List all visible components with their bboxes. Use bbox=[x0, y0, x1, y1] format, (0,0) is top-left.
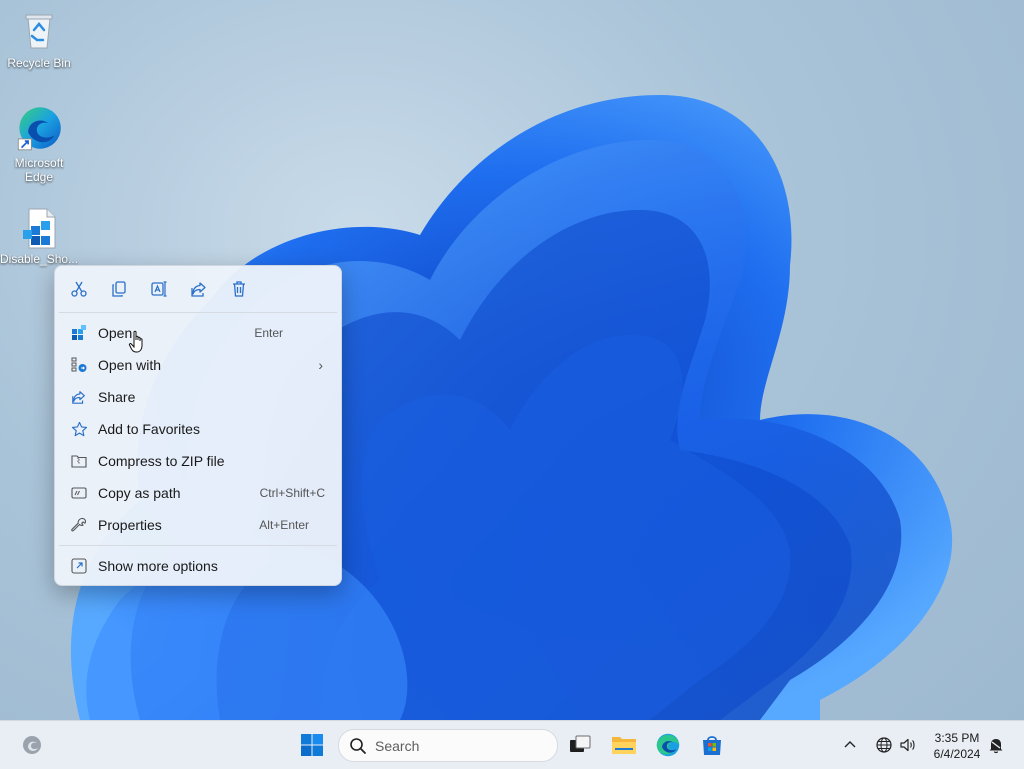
store-button[interactable] bbox=[696, 729, 728, 761]
rename-icon bbox=[151, 281, 167, 297]
notifications-button[interactable] bbox=[984, 729, 1008, 761]
chevron-up-icon bbox=[844, 741, 856, 748]
taskbar-clock[interactable]: 3:35 PM 6/4/2024 bbox=[928, 730, 986, 762]
desktop-icon-label: Recycle Bin bbox=[7, 56, 71, 70]
more-options-icon bbox=[69, 556, 89, 576]
taskbar-search-box[interactable]: Search bbox=[338, 729, 558, 762]
clock-time: 3:35 PM bbox=[934, 731, 980, 745]
cut-button[interactable] bbox=[65, 275, 93, 303]
desktop-icon-microsoft-edge[interactable]: Microsoft Edge bbox=[0, 104, 78, 184]
search-placeholder: Search bbox=[375, 737, 420, 754]
task-view-button[interactable] bbox=[564, 729, 596, 761]
zip-icon bbox=[69, 451, 89, 471]
open-with-icon bbox=[69, 355, 89, 375]
menu-item-label: Copy as path bbox=[98, 485, 181, 501]
delete-button[interactable] bbox=[225, 275, 253, 303]
scissors-icon bbox=[71, 281, 87, 297]
edge-icon bbox=[656, 733, 680, 757]
registry-file-icon bbox=[23, 208, 56, 249]
share-icon bbox=[69, 387, 89, 407]
show-hidden-icons-button[interactable] bbox=[836, 729, 864, 761]
menu-item-open-with[interactable]: Open with › bbox=[59, 349, 337, 381]
menu-item-show-more-options[interactable]: Show more options bbox=[59, 550, 337, 582]
share-icon bbox=[191, 282, 206, 297]
menu-item-open[interactable]: Open Enter bbox=[59, 317, 337, 349]
search-icon bbox=[350, 737, 366, 754]
menu-item-add-to-favorites[interactable]: Add to Favorites bbox=[59, 413, 337, 445]
menu-item-label: Properties bbox=[98, 517, 162, 533]
rename-button[interactable] bbox=[145, 275, 173, 303]
star-icon bbox=[69, 419, 89, 439]
menu-item-label: Share bbox=[98, 389, 136, 405]
trash-icon bbox=[233, 281, 245, 297]
wrench-icon bbox=[69, 515, 89, 535]
desktop-icon-label: Microsoft Edge bbox=[14, 156, 64, 184]
start-button[interactable] bbox=[296, 729, 328, 761]
task-view-icon bbox=[570, 735, 591, 752]
context-menu: Open Enter Open with › Share Add to Favo… bbox=[54, 265, 342, 586]
open-icon bbox=[69, 323, 89, 343]
menu-item-label: Show more options bbox=[98, 558, 218, 574]
copy-button[interactable] bbox=[105, 275, 133, 303]
file-explorer-button[interactable] bbox=[608, 729, 640, 761]
menu-item-label: Open with bbox=[98, 357, 162, 373]
notification-bell-icon bbox=[989, 739, 1003, 754]
separator bbox=[59, 545, 337, 546]
menu-item-copy-as-path[interactable]: Copy as path Ctrl+Shift+C bbox=[59, 477, 337, 509]
copy-path-icon bbox=[69, 483, 89, 503]
shortcut-text: Enter bbox=[254, 326, 283, 340]
recycle-bin-icon bbox=[25, 14, 53, 49]
network-button[interactable] bbox=[872, 729, 896, 761]
menu-item-share[interactable]: Share bbox=[59, 381, 337, 413]
copy-icon bbox=[112, 281, 126, 297]
desktop-icon-label: Disable_Sho... bbox=[0, 252, 79, 266]
hand-cursor-icon bbox=[128, 330, 143, 353]
windows-logo-icon bbox=[301, 734, 323, 756]
context-menu-toolbar bbox=[55, 266, 341, 312]
taskbar: Search 3:35 PM 6/4/2024 bbox=[0, 720, 1024, 769]
speaker-icon bbox=[900, 738, 915, 752]
desktop-icon-registry-file[interactable]: Disable_Sho... bbox=[0, 206, 78, 268]
chevron-right-icon: › bbox=[318, 357, 323, 373]
widgets-button[interactable] bbox=[16, 729, 48, 761]
edge-icon bbox=[17, 107, 61, 151]
file-explorer-icon bbox=[612, 737, 636, 754]
share-button[interactable] bbox=[185, 275, 213, 303]
edge-button[interactable] bbox=[652, 729, 684, 761]
widgets-icon bbox=[23, 736, 41, 754]
desktop-icon-recycle-bin[interactable]: Recycle Bin bbox=[0, 8, 78, 70]
shortcut-text: Alt+Enter bbox=[259, 518, 309, 532]
context-menu-items: Open Enter Open with › Share Add to Favo… bbox=[55, 313, 341, 545]
menu-item-label: Add to Favorites bbox=[98, 421, 200, 437]
shortcut-text: Ctrl+Shift+C bbox=[259, 486, 325, 500]
menu-item-properties[interactable]: Properties Alt+Enter bbox=[59, 509, 337, 541]
volume-button[interactable] bbox=[896, 729, 920, 761]
menu-item-compress-zip[interactable]: Compress to ZIP file bbox=[59, 445, 337, 477]
globe-icon bbox=[876, 737, 892, 753]
store-icon bbox=[703, 736, 721, 755]
clock-date: 6/4/2024 bbox=[933, 747, 981, 761]
menu-item-label: Compress to ZIP file bbox=[98, 453, 225, 469]
